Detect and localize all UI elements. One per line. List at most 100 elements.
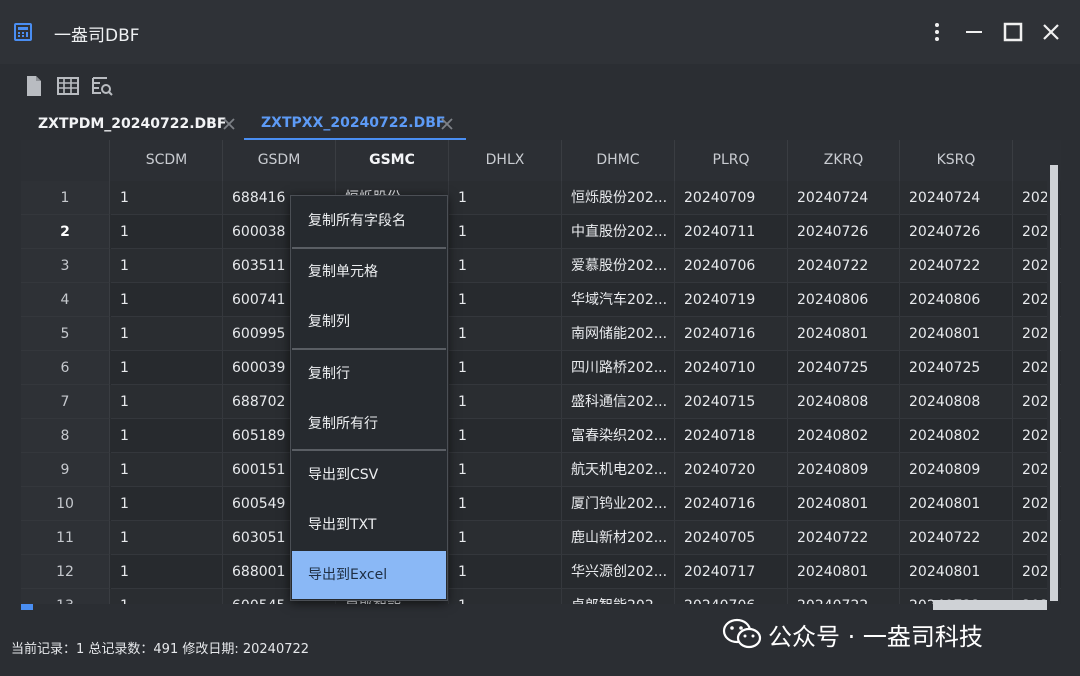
row-number[interactable]: 1 [21, 181, 110, 215]
column-header[interactable]: KSRQ [900, 140, 1013, 181]
table-cell[interactable]: 南网储能202... [562, 317, 675, 351]
table-row[interactable]: 51600995南网储能1南网储能202...20240716202408012… [21, 317, 1061, 351]
table-cell[interactable]: 20240719 [675, 283, 788, 317]
tab-zxtpdm[interactable]: ZXTPDM_20240722.DBF [24, 108, 242, 140]
table-cell[interactable]: 20240720 [675, 453, 788, 487]
horizontal-scroll-thumb[interactable] [933, 600, 1047, 610]
context-menu-item[interactable]: 复制行 [292, 350, 446, 398]
table-cell[interactable]: 20240717 [675, 555, 788, 589]
tab-zxtpxx[interactable]: ZXTPXX_20240722.DBF [244, 108, 466, 140]
column-header[interactable]: GSDM [223, 140, 336, 181]
table-cell[interactable]: 20240801 [900, 555, 1013, 589]
table-cell[interactable]: 1 [449, 181, 562, 215]
table-row[interactable]: 71688702盛科通信1盛科通信202...20240715202408082… [21, 385, 1061, 419]
table-cell[interactable]: 20240710 [675, 351, 788, 385]
table-row[interactable]: 61600039四川路桥1四川路桥202...20240710202407252… [21, 351, 1061, 385]
table-cell[interactable]: 20240722 [900, 249, 1013, 283]
table-cell[interactable]: 20240802 [788, 419, 900, 453]
table-cell[interactable]: 1 [449, 317, 562, 351]
maximize-icon[interactable] [1001, 20, 1025, 44]
minimize-icon[interactable] [962, 20, 986, 44]
context-menu-item[interactable]: 复制所有行 [292, 400, 446, 448]
table-cell[interactable]: 1 [111, 419, 223, 453]
table-cell[interactable]: 20240724 [900, 181, 1013, 215]
table-cell[interactable]: 1 [449, 385, 562, 419]
table-cell[interactable]: 20240806 [788, 283, 900, 317]
table-cell[interactable]: 20240725 [900, 351, 1013, 385]
table-cell[interactable]: 1 [449, 487, 562, 521]
table-cell[interactable]: 华兴源创202... [562, 555, 675, 589]
table-cell[interactable]: 航天机电202... [562, 453, 675, 487]
table-row[interactable]: 111603051鹿山新材1鹿山新材202...2024070520240722… [21, 521, 1061, 555]
row-number[interactable]: 11 [21, 521, 110, 555]
table-cell[interactable]: 1 [111, 215, 223, 249]
table-cell[interactable]: 20240725 [788, 351, 900, 385]
table-cell[interactable]: 1 [449, 351, 562, 385]
table-row[interactable]: 131600545卓郎智能1卓郎智能202...2024070620240722… [21, 589, 1061, 604]
file-icon[interactable] [22, 74, 46, 98]
table-cell[interactable]: 盛科通信202... [562, 385, 675, 419]
table-row[interactable]: 81605189富春染织1富春染织202...20240718202408022… [21, 419, 1061, 453]
column-header[interactable]: GSMC [336, 140, 449, 181]
table-cell[interactable]: 1 [449, 521, 562, 555]
column-header[interactable]: PLRQ [675, 140, 788, 181]
table-cell[interactable]: 四川路桥202... [562, 351, 675, 385]
table-cell[interactable]: 20240705 [675, 521, 788, 555]
row-number[interactable]: 5 [21, 317, 110, 351]
table-cell[interactable]: 20240706 [675, 249, 788, 283]
data-grid[interactable]: SCDM GSDM GSMC DHLX DHMC PLRQ ZKRQ KSRQ 1 1 68841… [21, 140, 1061, 604]
table-cell[interactable]: 富春染织202... [562, 419, 675, 453]
row-number[interactable]: 8 [21, 419, 110, 453]
table-cell[interactable]: 卓郎智能202... [562, 589, 675, 604]
table-cell[interactable]: 华域汽车202... [562, 283, 675, 317]
table-cell[interactable]: 20240809 [788, 453, 900, 487]
table-cell[interactable]: 20240706 [675, 589, 788, 604]
table-cell[interactable]: 20240715 [675, 385, 788, 419]
table-row[interactable]: 121688001华兴源创1华兴源创202...2024071720240801… [21, 555, 1061, 589]
row-number[interactable]: 7 [21, 385, 110, 419]
table-cell[interactable]: 20240722 [900, 521, 1013, 555]
table-cell[interactable]: 20240726 [900, 215, 1013, 249]
table-cell[interactable]: 20240716 [675, 317, 788, 351]
table-cell[interactable]: 1 [111, 487, 223, 521]
table-cell[interactable]: 20240808 [788, 385, 900, 419]
context-menu-item[interactable]: 导出到CSV [292, 451, 446, 499]
table-cell[interactable]: 1 [111, 453, 223, 487]
table-cell[interactable]: 1 [111, 249, 223, 283]
table-cell[interactable]: 1 [111, 589, 223, 604]
context-menu-item[interactable]: 导出到Excel [292, 551, 446, 599]
context-menu-item[interactable]: 复制单元格 [292, 248, 446, 296]
table-row[interactable]: 21600038中直股份1中直股份202...20240711202407262… [21, 215, 1061, 249]
table-cell[interactable]: 20240801 [900, 487, 1013, 521]
table-cell[interactable]: 20240726 [788, 215, 900, 249]
table-cell[interactable]: 20240722 [788, 249, 900, 283]
table-icon[interactable] [56, 74, 80, 98]
table-cell[interactable]: 20240709 [675, 181, 788, 215]
table-cell[interactable]: 20240722 [788, 521, 900, 555]
table-cell[interactable]: 爱慕股份202... [562, 249, 675, 283]
table-cell[interactable]: 1 [111, 283, 223, 317]
context-menu-item[interactable]: 复制列 [292, 298, 446, 346]
table-cell[interactable]: 1 [111, 317, 223, 351]
horizontal-scroll-indicator[interactable] [21, 604, 33, 610]
table-cell[interactable]: 20240808 [900, 385, 1013, 419]
table-cell[interactable]: 1 [449, 283, 562, 317]
table-cell[interactable]: 1 [111, 555, 223, 589]
table-row[interactable]: 101600549厦门钨业1厦门钨业202...2024071620240801… [21, 487, 1061, 521]
column-header[interactable]: ZKRQ [788, 140, 900, 181]
row-number[interactable]: 3 [21, 249, 110, 283]
column-header[interactable]: DHLX [449, 140, 562, 181]
table-cell[interactable]: 20240801 [788, 317, 900, 351]
table-cell[interactable]: 20240806 [900, 283, 1013, 317]
table-cell[interactable]: 20240711 [675, 215, 788, 249]
table-cell[interactable]: 20240718 [675, 419, 788, 453]
table-cell[interactable]: 1 [449, 589, 562, 604]
row-number[interactable]: 10 [21, 487, 110, 521]
context-menu-item[interactable]: 导出到TXT [292, 501, 446, 549]
more-options-icon[interactable] [925, 20, 949, 44]
table-cell[interactable]: 鹿山新材202... [562, 521, 675, 555]
close-icon[interactable] [1039, 20, 1063, 44]
row-number[interactable]: 2 [21, 215, 110, 249]
table-cell[interactable]: 1 [449, 249, 562, 283]
table-cell[interactable]: 1 [111, 181, 223, 215]
